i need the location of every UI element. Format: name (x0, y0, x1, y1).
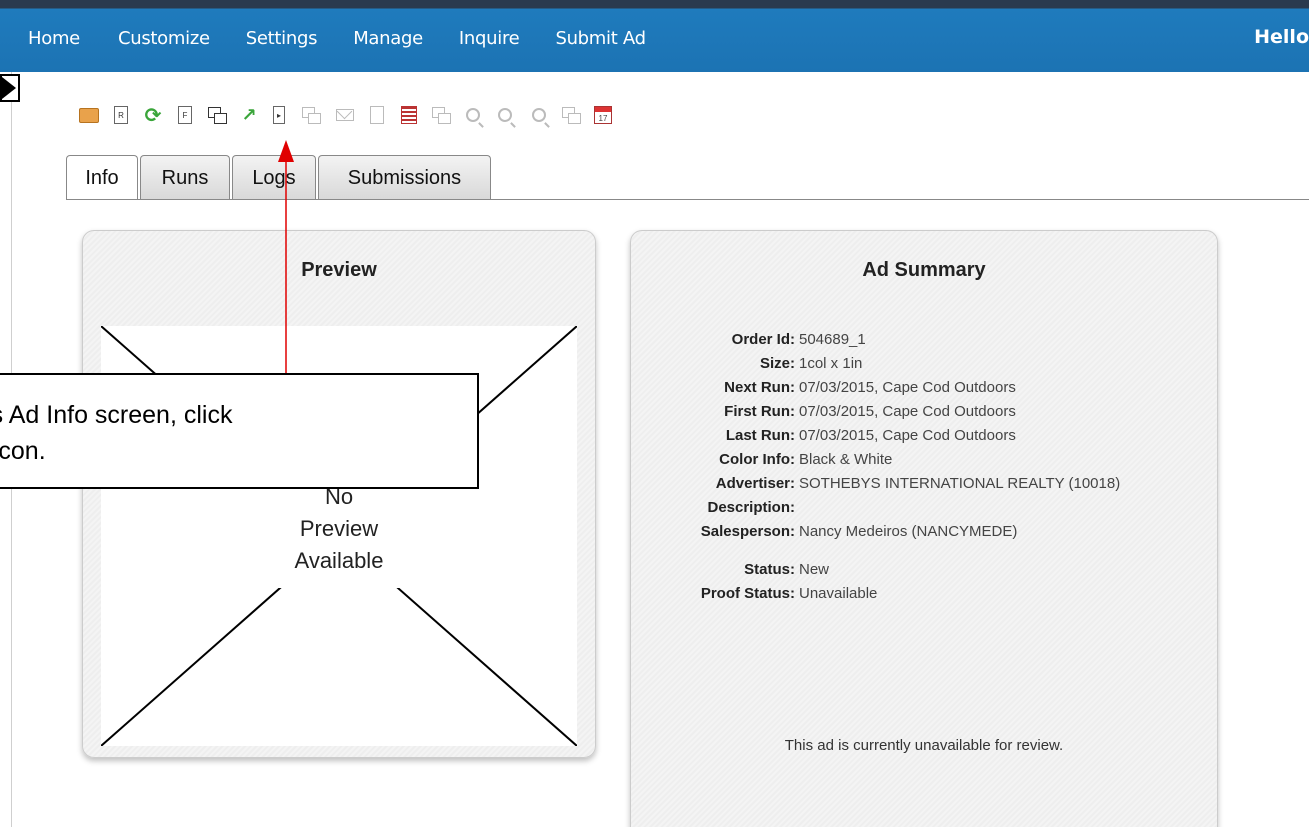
summary-value: 07/03/2015, Cape Cod Outdoors (799, 379, 1016, 396)
nav-submit-ad[interactable]: Submit Ad (555, 28, 646, 49)
zoom-detail-icon (494, 104, 516, 126)
summary-value: 504689_1 (799, 331, 866, 348)
tutorial-callout: d's Ad Info screen, click d icon. (0, 373, 479, 489)
summary-row: Status: New (651, 561, 1120, 585)
upload-icon[interactable]: ↗ (238, 104, 260, 126)
expand-sidebar-icon[interactable] (0, 74, 20, 102)
summary-value: 07/03/2015, Cape Cod Outdoors (799, 427, 1016, 444)
summary-label: Advertiser: (715, 475, 795, 492)
calendar-icon[interactable]: 17 (592, 104, 614, 126)
callout-text: d's Ad Info screen, click d icon. (0, 397, 232, 469)
summary-row: Next Run: 07/03/2015, Cape Cod Outdoors (651, 379, 1120, 403)
tab-runs[interactable]: Runs (140, 155, 230, 200)
zoom-icon (462, 104, 484, 126)
ad-summary-panel: Ad Summary Order Id: 504689_1 Size: 1col x … (630, 230, 1218, 827)
unavailable-note: This ad is currently unavailable for rev… (784, 737, 1064, 754)
summary-value: New (799, 561, 830, 578)
view-icon (560, 104, 582, 126)
no-preview-line3: Available (294, 548, 384, 573)
summary-label: Description: (707, 499, 795, 516)
summary-row: Color Info: Black & White (651, 451, 1120, 475)
summary-label: Color Info: (719, 451, 795, 468)
summary-label: Status: (744, 561, 795, 578)
nav-customize[interactable]: Customize (118, 28, 210, 49)
folder-icon[interactable] (78, 104, 100, 126)
duplicate-icon (430, 104, 452, 126)
main-nav: Home Customize Settings Manage Inquire S… (0, 28, 646, 49)
document-icon (366, 104, 388, 126)
grid-icon[interactable] (398, 104, 420, 126)
summary-label: Last Run: (725, 427, 795, 444)
mail-icon (334, 104, 356, 126)
summary-value: 07/03/2015, Cape Cod Outdoors (799, 403, 1016, 420)
summary-list: Order Id: 504689_1 Size: 1col x 1in Next Run… (651, 331, 1120, 609)
nav-manage[interactable]: Manage (353, 28, 423, 49)
proof-icon[interactable] (206, 104, 228, 126)
callout-line1: d's Ad Info screen, click (0, 401, 233, 429)
preview-title: Preview (301, 259, 377, 281)
tab-divider (66, 199, 1309, 200)
summary-row: Proof Status: Unavailable (651, 585, 1120, 609)
summary-label: Size: (759, 355, 795, 372)
summary-title: Ad Summary (862, 259, 986, 281)
summary-label: Next Run: (724, 379, 795, 396)
summary-row: Size: 1col x 1in (651, 355, 1120, 379)
callout-line2: d icon. (0, 437, 46, 465)
tab-info[interactable]: Info (66, 155, 138, 200)
greeting: Hello (1254, 26, 1309, 48)
report-icon[interactable]: R (110, 104, 132, 126)
summary-value: SOTHEBYS INTERNATIONAL REALTY (10018) (799, 475, 1121, 492)
summary-row: Order Id: 504689_1 (651, 331, 1120, 355)
summary-row: Description: (651, 499, 1120, 523)
nav-inquire[interactable]: Inquire (459, 28, 520, 49)
copy-icon (300, 104, 322, 126)
tab-submissions[interactable]: Submissions (318, 155, 491, 200)
summary-label: Proof Status: (700, 585, 795, 602)
summary-value: 1col x 1in (799, 355, 863, 372)
tab-bar: Info Runs Logs Submissions (66, 155, 493, 200)
top-nav-bar: Home Customize Settings Manage Inquire S… (0, 0, 1309, 72)
preview-panel: Preview No Preview Available (82, 230, 596, 758)
summary-value: Unavailable (799, 585, 878, 602)
summary-row: Salesperson: Nancy Medeiros (NANCYMEDE) (651, 523, 1120, 547)
refresh-icon[interactable]: ⟳ (142, 104, 164, 127)
summary-label: Order Id: (731, 331, 795, 348)
nav-home[interactable]: Home (28, 28, 80, 49)
nav-settings[interactable]: Settings (246, 28, 318, 49)
summary-row: Last Run: 07/03/2015, Cape Cod Outdoors (651, 427, 1120, 451)
form-icon[interactable]: F (174, 104, 196, 126)
no-preview-line2: Preview (299, 516, 379, 541)
summary-row: Advertiser: SOTHEBYS INTERNATIONAL REALTY… (651, 475, 1120, 499)
summary-value: Nancy Medeiros (NANCYMEDE) (799, 523, 1018, 540)
summary-value: Black & White (799, 451, 893, 468)
summary-label: First Run: (724, 403, 795, 420)
tab-logs[interactable]: Logs (232, 155, 316, 200)
no-preview-text: No Preview Available (101, 481, 577, 577)
export-icon[interactable]: ▸ (268, 104, 290, 126)
summary-label: Salesperson: (700, 523, 795, 540)
zoom-out-icon (528, 104, 550, 126)
summary-row: First Run: 07/03/2015, Cape Cod Outdoors (651, 403, 1120, 427)
